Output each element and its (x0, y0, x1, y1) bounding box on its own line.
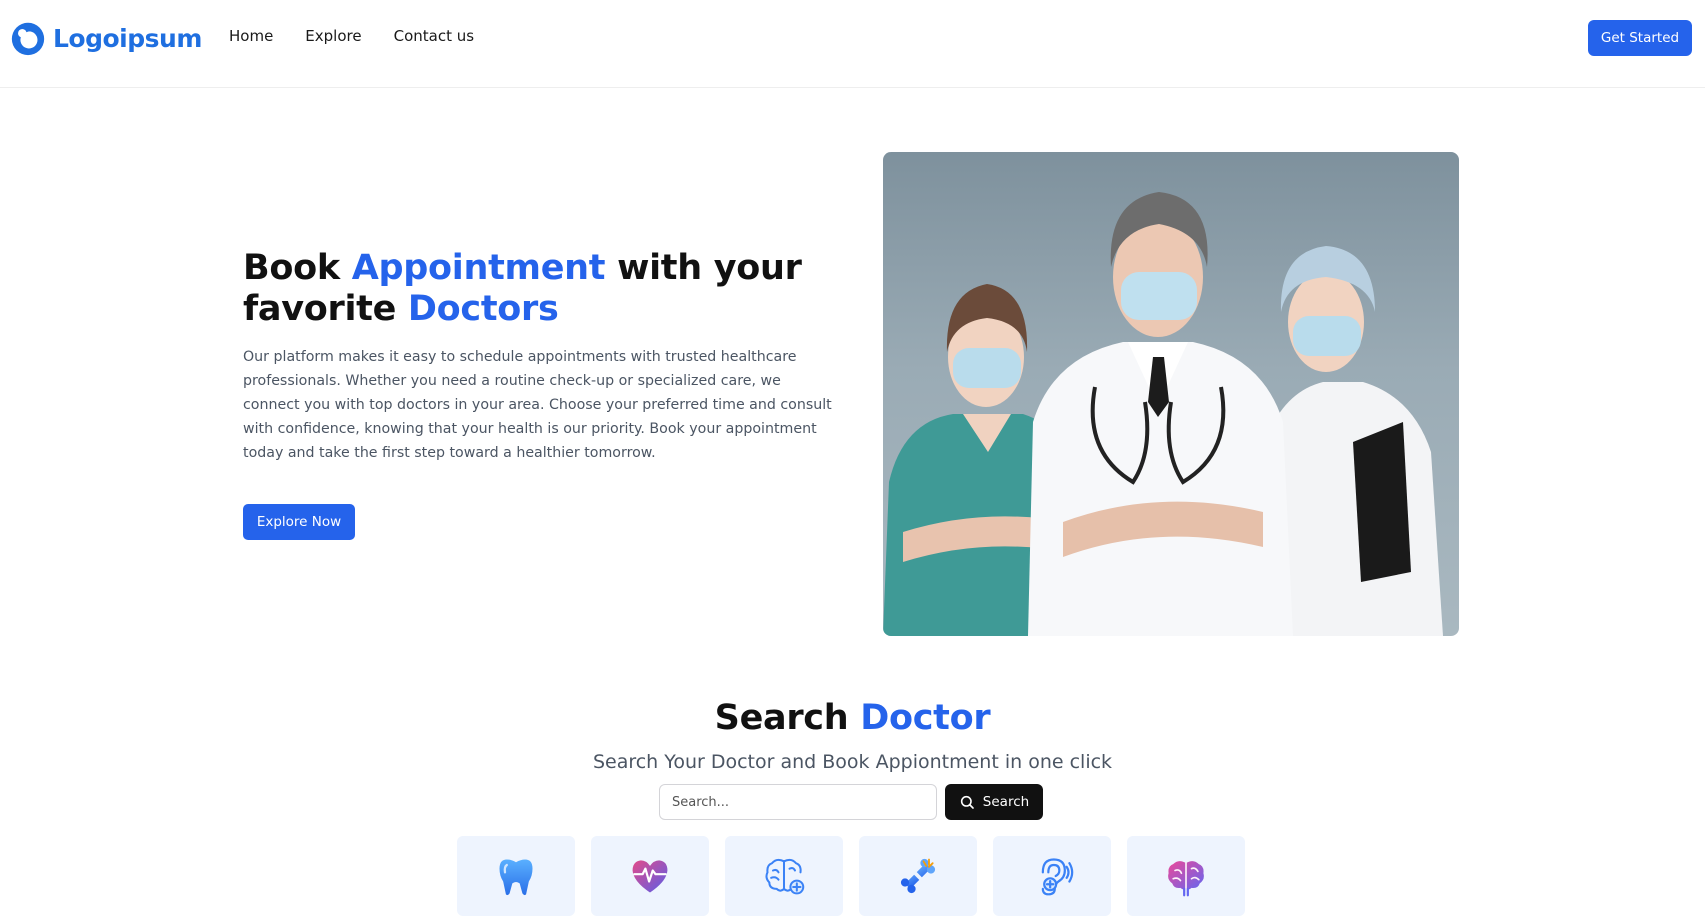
category-cardiology[interactable] (591, 836, 709, 916)
site-header: Logoipsum Home Explore Contact us Get St… (0, 0, 1705, 88)
doctors-illustration (883, 192, 1443, 636)
category-psychiatry[interactable] (1127, 836, 1245, 916)
category-orthopedics[interactable] (859, 836, 977, 916)
search-title-part1: Search (714, 698, 861, 738)
tooth-icon (499, 859, 533, 896)
search-title-accent: Doctor (860, 698, 991, 738)
search-icon (960, 795, 974, 809)
hero-title-part1: Book (243, 248, 352, 288)
search-button[interactable]: Search (945, 784, 1043, 820)
nav-home[interactable]: Home (229, 27, 273, 45)
bone-icon (900, 858, 936, 894)
hero-title-accent1: Appointment (351, 248, 606, 288)
search-subtitle: Search Your Doctor and Book Appiontment … (592, 751, 1113, 773)
category-list (457, 836, 1245, 916)
category-ent[interactable] (993, 836, 1111, 916)
hero-title-accent2: Doctors (407, 289, 559, 329)
logo-icon (11, 22, 45, 56)
explore-now-button[interactable]: Explore Now (243, 504, 355, 540)
search-button-label: Search (982, 794, 1030, 810)
search-input[interactable] (659, 784, 937, 820)
logo-text: Logoipsum (53, 23, 202, 53)
ear-icon (1041, 858, 1074, 896)
brain-plus-icon (765, 858, 805, 895)
hero-doctors-image (883, 152, 1459, 636)
get-started-button[interactable]: Get Started (1588, 20, 1692, 56)
brain-icon (1168, 861, 1204, 897)
category-neurology[interactable] (725, 836, 843, 916)
nav-contact[interactable]: Contact us (394, 27, 474, 45)
logo[interactable]: Logoipsum (9, 19, 202, 57)
search-title: Search Doctor (0, 698, 1705, 738)
heartbeat-icon (632, 860, 668, 893)
main-nav: Home Explore Contact us (229, 27, 474, 45)
hero-description: Our platform makes it easy to schedule a… (243, 349, 832, 461)
category-dental[interactable] (457, 836, 575, 916)
nav-explore[interactable]: Explore (305, 27, 361, 45)
hero-title: Book Appointment with your favorite Doct… (243, 248, 803, 330)
